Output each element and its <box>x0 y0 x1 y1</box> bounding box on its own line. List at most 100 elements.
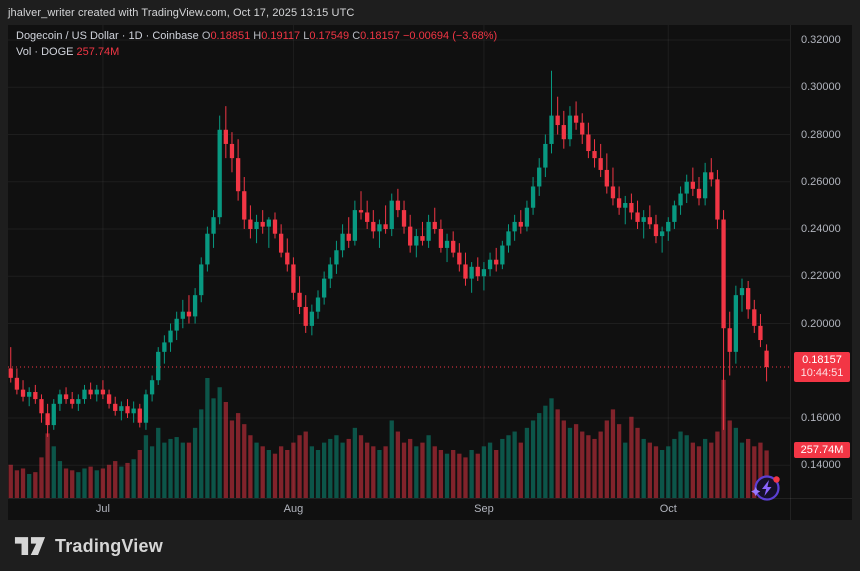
volume-bar <box>543 406 547 498</box>
volume-bar <box>469 450 473 498</box>
volume-bar <box>101 468 105 498</box>
candle-body <box>15 378 19 390</box>
candle-body <box>377 224 381 231</box>
volume-bar <box>611 409 615 498</box>
candle-body <box>297 293 301 307</box>
volume-bar <box>445 454 449 498</box>
candle-body <box>648 217 652 224</box>
volume-bar <box>359 435 363 498</box>
candlestick-chart[interactable] <box>8 25 852 520</box>
volume-bar <box>728 420 732 498</box>
volume-bar <box>168 439 172 498</box>
candle-body <box>328 264 332 278</box>
volume-bar <box>52 446 56 498</box>
candle-body <box>27 392 31 397</box>
legend-volume-row[interactable]: Vol · DOGE 257.74M <box>16 45 497 60</box>
volume-bar <box>482 446 486 498</box>
volume-bar <box>617 424 621 498</box>
candle-body <box>728 328 732 352</box>
tradingview-logo-icon[interactable] <box>14 535 46 558</box>
candle-body <box>469 267 473 279</box>
candle-body <box>605 170 609 187</box>
volume-bar <box>519 443 523 498</box>
volume-bar <box>592 439 596 498</box>
candle-body <box>715 179 719 219</box>
candle-body <box>414 236 418 245</box>
volume-bar <box>500 439 504 498</box>
candle-body <box>353 210 357 241</box>
candle-body <box>556 116 560 125</box>
candle-body <box>64 394 68 399</box>
volume-bar <box>304 432 308 498</box>
time-axis[interactable]: JulAugSepOct <box>8 498 852 521</box>
volume-bar <box>9 465 13 498</box>
candle-body <box>101 390 105 395</box>
volume-bar <box>377 450 381 498</box>
volume-bar <box>451 450 455 498</box>
candle-body <box>218 130 222 217</box>
candle-body <box>623 203 627 208</box>
volume-bar <box>82 468 86 498</box>
candle-body <box>734 295 738 352</box>
volume-bar <box>599 432 603 498</box>
volume-bar <box>740 443 744 498</box>
candle-body <box>316 298 320 312</box>
volume-bar <box>273 454 277 498</box>
volume-bar <box>125 463 129 498</box>
candle-body <box>611 186 615 198</box>
legend-symbol-row[interactable]: Dogecoin / US Dollar · 1D · Coinbase O0.… <box>16 29 497 44</box>
month-label: Oct <box>646 503 690 515</box>
price-tick-label: 0.26000 <box>801 176 841 188</box>
price-axis[interactable]: 0.18157 10:44:51 257.74M 0.320000.300000… <box>790 25 853 520</box>
volume-bar <box>433 446 437 498</box>
footer: TradingView <box>14 531 163 561</box>
volume-bar <box>316 450 320 498</box>
candle-body <box>721 220 725 329</box>
candle-body <box>543 144 547 168</box>
candle-body <box>512 222 516 231</box>
volume-bar <box>734 428 738 498</box>
price-tick-label: 0.20000 <box>801 318 841 330</box>
volume-bar <box>562 420 566 498</box>
volume-bar <box>537 413 541 498</box>
tradingview-logo-text[interactable]: TradingView <box>55 536 163 557</box>
volume-bar <box>199 409 203 498</box>
volume-bar <box>420 443 424 498</box>
price-tick-label: 0.32000 <box>801 34 841 46</box>
candle-body <box>236 158 240 191</box>
volume-bar <box>205 378 209 498</box>
candle-body <box>562 125 566 139</box>
price-tick-label: 0.22000 <box>801 270 841 282</box>
last-price-badge: 0.18157 10:44:51 <box>794 352 850 382</box>
candle-body <box>390 201 394 229</box>
candle-body <box>586 135 590 152</box>
candle-body <box>113 404 117 411</box>
close-value: 0.18157 <box>360 30 400 42</box>
change-value: −0.00694 (−3.68%) <box>403 30 497 42</box>
candle-body <box>678 194 682 206</box>
volume-bar <box>457 454 461 498</box>
candle-body <box>144 394 148 422</box>
candle-body <box>76 399 80 404</box>
volume-bar <box>150 446 154 498</box>
candle-body <box>402 210 406 227</box>
candle-body <box>175 319 179 331</box>
month-label: Jul <box>81 503 125 515</box>
volume-bar <box>353 428 357 498</box>
candle-body <box>322 279 326 298</box>
page: { "attribution": "jhalver_writer created… <box>0 0 860 571</box>
volume-bar <box>635 428 639 498</box>
volume-bar <box>426 435 430 498</box>
volume-bar <box>666 446 670 498</box>
volume-bar <box>261 446 265 498</box>
volume-bar <box>58 461 62 498</box>
candle-body <box>193 295 197 316</box>
candle-body <box>242 191 246 219</box>
candle-body <box>697 189 701 198</box>
candle-body <box>709 172 713 179</box>
candle-body <box>642 217 646 222</box>
volume-bar <box>119 467 123 498</box>
candle-body <box>334 250 338 264</box>
author-avatar-badge[interactable] <box>750 471 784 505</box>
candle-body <box>494 260 498 265</box>
